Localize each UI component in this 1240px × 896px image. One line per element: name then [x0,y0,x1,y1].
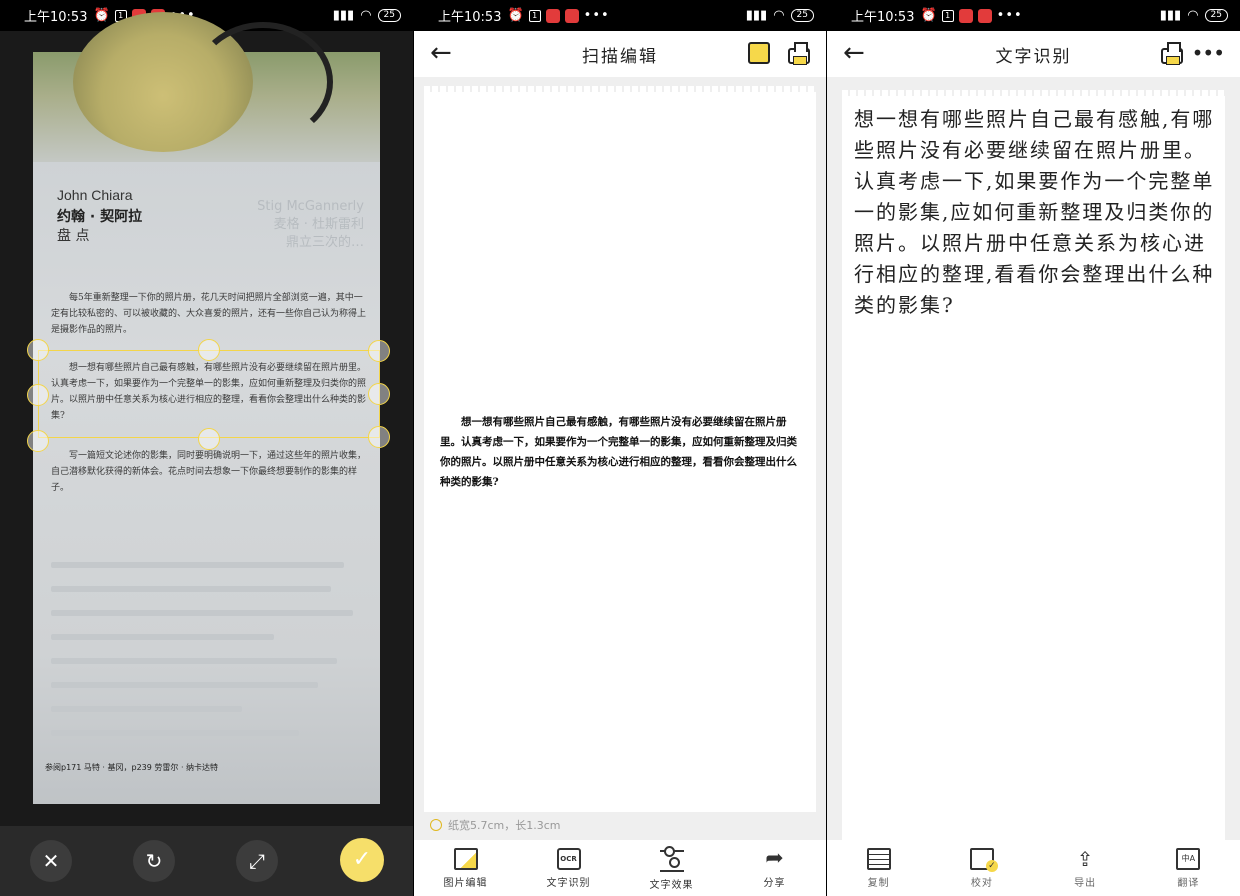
tool-label: 导出 [1074,877,1097,889]
crop-handle-top-right[interactable] [368,340,390,362]
expand-button[interactable]: ⤢ [236,840,278,882]
crop-handle-bottom[interactable] [198,428,220,450]
crop-icon [453,847,478,870]
photo-paragraph: 每5年重新整理一下你的照片册，花几天时间把照片全部浏览一遍，其中一定有比较私密的… [51,293,367,335]
crop-handle-top[interactable] [198,339,220,361]
photo-background [33,12,380,162]
photo-bowl [193,22,333,142]
signal-icon: ▮▮▮ [745,8,768,23]
ocr-icon: OCR [556,847,581,870]
crop-toolbar: ✕ ↻ ⤢ ✓ [0,826,413,896]
cancel-button[interactable]: ✕ [30,840,72,882]
wifi-icon: ◠ [1187,8,1199,23]
app-notification-icon [564,8,579,23]
tool-text-effect[interactable]: 文字效果 [620,840,723,896]
ghost-line: 麦格 · 杜斯雷利 [273,217,364,232]
alarm-icon: ⏰ [920,8,937,23]
photo-paragraph: 写一篇短文论述你的影集，同时要明确说明一下，通过这些年的照片收集，自己潜移默化获… [51,451,367,493]
photo-ghost-text: Stig McGannerly 麦格 · 杜斯雷利 鼎立三次的… [257,198,364,252]
print-icon[interactable] [1161,42,1183,65]
signal-icon: ▮▮▮ [1159,8,1182,23]
notification-icon: 1 [528,9,541,22]
status-time: 上午10:53 [438,10,502,25]
app-header: ← 扫描编辑 [414,31,826,77]
confirm-button[interactable]: ✓ [340,838,384,882]
status-bar: 上午10:53 ⏰ 1 ••• ▮▮▮ ◠ 25 [414,0,826,31]
export-icon: ⇪ [1076,846,1094,871]
notification-icon: 1 [941,9,954,22]
tool-image-edit[interactable]: 图片编辑 [414,840,517,896]
app-header: ← 文字识别 ••• [827,31,1240,77]
photo-author-cn: 约翰 · 契阿拉 [57,209,143,225]
page-edge [842,90,1225,96]
recognized-text[interactable]: 想一想有哪些照片自己最有感触,有哪些照片没有必要继续留在照片册里。认真考虑一下,… [854,104,1216,321]
crop-handle-right[interactable] [368,383,390,405]
rotate-button[interactable]: ↻ [133,840,175,882]
recognized-text-card: 想一想有哪些照片自己最有感触,有哪些照片没有必要继续留在照片册里。认真考虑一下,… [842,90,1225,840]
app-notification-icon [545,8,560,23]
copy-icon [866,847,891,870]
translate-icon: 中A [1176,847,1201,870]
more-notifications-icon: ••• [996,8,1023,23]
battery-icon: 25 [790,9,814,22]
tool-label: 复制 [867,877,890,889]
signal-icon: ▮▮▮ [332,8,355,23]
edit-toolbar: 图片编辑 OCR 文字识别 文字效果 ➦ 分享 [414,840,826,896]
size-tip: 纸宽5.7cm，长1.3cm [430,817,561,833]
tool-label: 翻译 [1177,877,1200,889]
crop-screen: 上午10:53 ⏰ 1 ••• ▮▮▮ ◠ 25 John Chiara 约翰 … [0,0,413,896]
photo-footer: 参阅p171 马特 · 基冈，p239 劳雷尔 · 纳卡达特 [45,763,219,772]
ghost-line: 鼎立三次的… [285,235,364,250]
share-icon: ➦ [765,845,784,871]
status-time: 上午10:53 [24,10,88,25]
tool-share[interactable]: ➦ 分享 [723,840,826,896]
tool-ocr[interactable]: OCR 文字识别 [517,840,620,896]
tool-proofread[interactable]: 校对 [930,840,1033,896]
tool-label: 图片编辑 [443,877,488,889]
crop-handle-left[interactable] [27,384,49,406]
wifi-icon: ◠ [360,8,372,23]
crop-frame[interactable] [38,350,380,438]
tool-label: 校对 [970,877,993,889]
print-icon[interactable] [788,42,810,65]
more-icon[interactable]: ••• [1192,41,1225,65]
text-toolbar: 复制 校对 ⇪ 导出 中A 翻译 [827,840,1240,896]
tool-copy[interactable]: 复制 [827,840,930,896]
status-bar: 上午10:53 ⏰ 1 ••• ▮▮▮ ◠ 25 [827,0,1240,31]
more-notifications-icon: ••• [583,8,610,23]
size-tip-text: 纸宽5.7cm，长1.3cm [448,819,561,832]
tool-label: 文字识别 [546,877,591,889]
tool-translate[interactable]: 中A 翻译 [1137,840,1240,896]
save-icon[interactable] [748,42,770,64]
wifi-icon: ◠ [773,8,785,23]
photo-section: 盘 点 [57,228,90,244]
tool-export[interactable]: ⇪ 导出 [1034,840,1137,896]
lightbulb-icon [430,819,442,831]
tool-label: 文字效果 [649,879,694,891]
app-notification-icon [958,8,973,23]
alarm-icon: ⏰ [507,8,524,23]
tool-label: 分享 [763,877,786,889]
ghost-line: Stig McGannerly [257,199,364,214]
scanned-page: 想一想有哪些照片自己最有感触，有哪些照片没有必要继续留在照片册里。认真考虑一下，… [424,86,816,812]
crop-handle-bottom-right[interactable] [368,426,390,448]
alarm-icon: ⏰ [93,8,110,23]
scanned-text: 想一想有哪些照片自己最有感触，有哪些照片没有必要继续留在照片册里。认真考虑一下，… [440,416,797,488]
battery-icon: 25 [1204,9,1228,22]
page-edge [424,86,816,92]
crop-handle-top-left[interactable] [27,339,49,361]
crop-handle-bottom-left[interactable] [27,430,49,452]
proofread-icon [969,847,998,872]
battery-icon: 25 [377,9,401,22]
scan-edit-screen: 上午10:53 ⏰ 1 ••• ▮▮▮ ◠ 25 ← 扫描编辑 想一想有哪些照片… [414,0,826,896]
status-time: 上午10:53 [851,10,915,25]
photo-author-en: John Chiara [57,187,133,203]
text-recognition-screen: 上午10:53 ⏰ 1 ••• ▮▮▮ ◠ 25 ← 文字识别 ••• 想一想有… [827,0,1240,896]
app-notification-icon [977,8,992,23]
sliders-icon [659,845,684,872]
